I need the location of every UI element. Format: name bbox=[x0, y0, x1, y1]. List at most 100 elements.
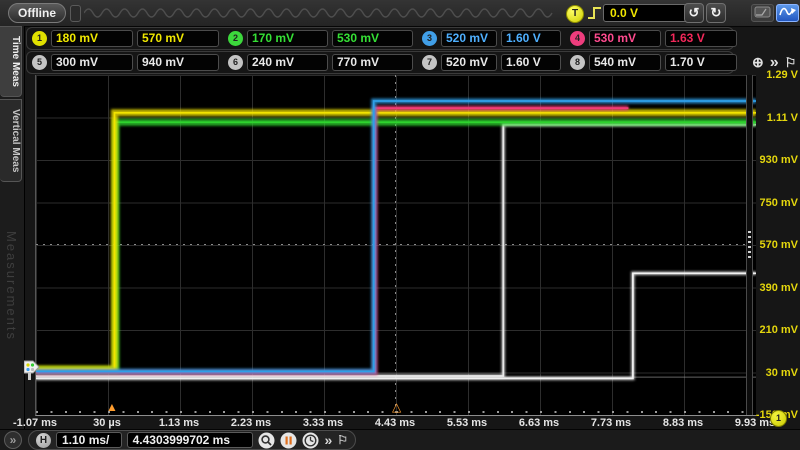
channel-white-b-trace bbox=[36, 271, 756, 381]
measurement-value[interactable]: 570 mV bbox=[137, 30, 219, 47]
rising-edge-icon[interactable] bbox=[587, 5, 602, 21]
pause-icon bbox=[280, 432, 297, 448]
channel-1-trace bbox=[36, 109, 756, 373]
x-axis-label: 3.33 ms bbox=[302, 417, 344, 429]
measurement-value[interactable]: 940 mV bbox=[137, 54, 219, 71]
measurement-value[interactable]: 520 mV bbox=[441, 54, 497, 71]
magnifier-icon bbox=[258, 432, 275, 448]
y-axis-label: 750 mV bbox=[759, 196, 798, 209]
clock-icon bbox=[302, 432, 319, 448]
channel-3-badge[interactable]: 3 bbox=[422, 31, 437, 46]
y-axis-label: 390 mV bbox=[759, 281, 798, 294]
measurement-row: 1 180 mV 570 mV 2 170 mV 530 mV 3 520 mV 1.60 V4… bbox=[26, 27, 737, 50]
voltage-axis: 1.29 V 1.11 V 930 mV 750 mV 570 mV 390 mV 210 … bbox=[756, 69, 800, 421]
trigger-level-field[interactable]: 0.0 V bbox=[603, 4, 687, 22]
scrollbar-handle[interactable] bbox=[748, 231, 751, 259]
channel-white-a-trace bbox=[36, 123, 756, 377]
waveform-traces bbox=[36, 98, 756, 381]
channel-white-a-trace bbox=[36, 122, 756, 378]
horizontal-badge[interactable]: H bbox=[36, 432, 51, 448]
measurement-panel: 1 180 mV 570 mV 2 170 mV 530 mV 3 520 mV 1.60 V4… bbox=[26, 27, 796, 75]
measurement-value[interactable]: 530 mV bbox=[332, 30, 413, 47]
channel-ground-markers-icon[interactable] bbox=[24, 359, 42, 383]
offline-button[interactable]: Offline bbox=[8, 3, 66, 23]
add-measurement-button[interactable]: ⊕ bbox=[752, 54, 764, 71]
y-axis-label: 570 mV bbox=[759, 239, 798, 251]
channel-7-measurements: 7 520 mV 1.60 V bbox=[422, 54, 561, 71]
channel-2-badge[interactable]: 2 bbox=[228, 31, 243, 46]
channel-1-axis-badge[interactable]: 1 bbox=[770, 410, 787, 427]
channel-3-trace bbox=[36, 100, 756, 373]
channel-6-badge[interactable]: 6 bbox=[228, 55, 243, 70]
y-axis-label: 930 mV bbox=[759, 154, 798, 166]
top-toolbar: Offline T 0.0 V ↺ ↻ bbox=[0, 0, 800, 27]
vertical-scrollbar[interactable] bbox=[746, 75, 753, 415]
measurement-value[interactable]: 300 mV bbox=[51, 54, 133, 71]
measurement-value[interactable]: 1.70 V bbox=[665, 54, 737, 71]
measurements-watermark: Measurements bbox=[4, 231, 19, 341]
measurement-value[interactable]: 520 mV bbox=[441, 30, 497, 47]
x-axis-label: -1.07 ms bbox=[12, 417, 58, 429]
tab-vertical-meas[interactable]: Vertical Meas bbox=[0, 98, 22, 183]
channel-5-badge[interactable]: 5 bbox=[32, 55, 47, 70]
x-axis-label: 2.23 ms bbox=[230, 417, 272, 429]
display-mode-button[interactable] bbox=[751, 4, 774, 22]
zoom-mode-button[interactable] bbox=[258, 432, 275, 449]
oscilloscope-app: Offline T 0.0 V ↺ ↻ 1 180 mV 570 mV 2 170 mV… bbox=[0, 0, 800, 450]
channel-white-b-trace bbox=[36, 272, 756, 380]
measurement-value[interactable]: 530 mV bbox=[589, 30, 661, 47]
channel-1-measurements: 1 180 mV 570 mV bbox=[32, 30, 219, 47]
y-axis-label: 1.29 V bbox=[766, 69, 798, 81]
time-reference-marker-icon[interactable]: △ bbox=[392, 401, 401, 413]
more-horizontal-options-button[interactable]: » bbox=[324, 432, 332, 448]
x-axis-label: 4.43 ms bbox=[374, 417, 416, 429]
measurement-value[interactable]: 1.60 V bbox=[501, 54, 561, 71]
x-axis-label: 5.53 ms bbox=[446, 417, 488, 429]
x-axis-label: 6.63 ms bbox=[518, 417, 560, 429]
redo-button[interactable]: ↻ bbox=[706, 3, 726, 23]
measurement-value[interactable]: 1.60 V bbox=[501, 30, 561, 47]
scope-screen-icon bbox=[754, 6, 771, 17]
trigger-source-badge[interactable]: T bbox=[566, 5, 584, 23]
measurement-value[interactable]: 540 mV bbox=[589, 54, 661, 71]
channel-4-trace bbox=[36, 107, 629, 374]
y-axis-label: 210 mV bbox=[759, 324, 798, 336]
toolbar-grip[interactable] bbox=[70, 5, 81, 22]
delay-field[interactable]: 4.4303999702 ms bbox=[126, 432, 254, 448]
channel-2-measurements: 2 170 mV 530 mV bbox=[228, 30, 413, 47]
x-axis-label: 30 µs bbox=[93, 417, 121, 429]
waveform-view-button[interactable] bbox=[776, 4, 799, 22]
undo-button[interactable]: ↺ bbox=[684, 3, 704, 23]
channel-4-measurements: 4 530 mV 1.63 V bbox=[570, 30, 737, 47]
expand-left-button[interactable]: » bbox=[4, 431, 22, 449]
channel-1-trace bbox=[36, 111, 756, 370]
channel-5-measurements: 5 300 mV 940 mV bbox=[32, 54, 219, 71]
pause-acquisition-button[interactable] bbox=[280, 432, 297, 449]
horizontal-control-bar: » H 1.10 ms/ 4.4303999702 ms » ⚐ bbox=[0, 429, 800, 450]
trigger-time-marker-icon[interactable]: ▲ bbox=[106, 401, 118, 413]
time-mode-button[interactable] bbox=[302, 432, 319, 449]
waveform-display[interactable]: ▲ △ bbox=[24, 75, 756, 416]
channel-4-badge[interactable]: 4 bbox=[570, 31, 585, 46]
x-axis-label: 7.73 ms bbox=[590, 417, 632, 429]
timebase-field[interactable]: 1.10 ms/ bbox=[56, 432, 122, 448]
channel-8-badge[interactable]: 8 bbox=[570, 55, 585, 70]
measurement-value[interactable]: 240 mV bbox=[247, 54, 328, 71]
channel-2-trace bbox=[36, 118, 756, 374]
channel-3-measurements: 3 520 mV 1.60 V bbox=[422, 30, 561, 47]
timebase-group: H 1.10 ms/ 4.4303999702 ms » ⚐ bbox=[28, 430, 356, 450]
channel-1-badge[interactable]: 1 bbox=[32, 31, 47, 46]
channel-7-badge[interactable]: 7 bbox=[422, 55, 437, 70]
tab-time-meas[interactable]: Time Meas bbox=[0, 26, 22, 97]
channel-8-measurements: 8 540 mV 1.70 V bbox=[570, 54, 737, 71]
measurement-value[interactable]: 1.63 V bbox=[665, 30, 737, 47]
measurement-value[interactable]: 180 mV bbox=[51, 30, 133, 47]
x-axis-label: 1.13 ms bbox=[158, 417, 200, 429]
left-sidebar: Time Meas Vertical Meas Measurements bbox=[0, 26, 25, 450]
channel-6-measurements: 6 240 mV 770 mV bbox=[228, 54, 413, 71]
y-axis-label: 30 mV bbox=[765, 366, 798, 379]
measurement-value[interactable]: 170 mV bbox=[247, 30, 328, 47]
measurement-value[interactable]: 770 mV bbox=[332, 54, 413, 71]
channel-2-trace bbox=[36, 121, 756, 371]
pin-panel-icon[interactable]: ⚐ bbox=[337, 433, 348, 447]
